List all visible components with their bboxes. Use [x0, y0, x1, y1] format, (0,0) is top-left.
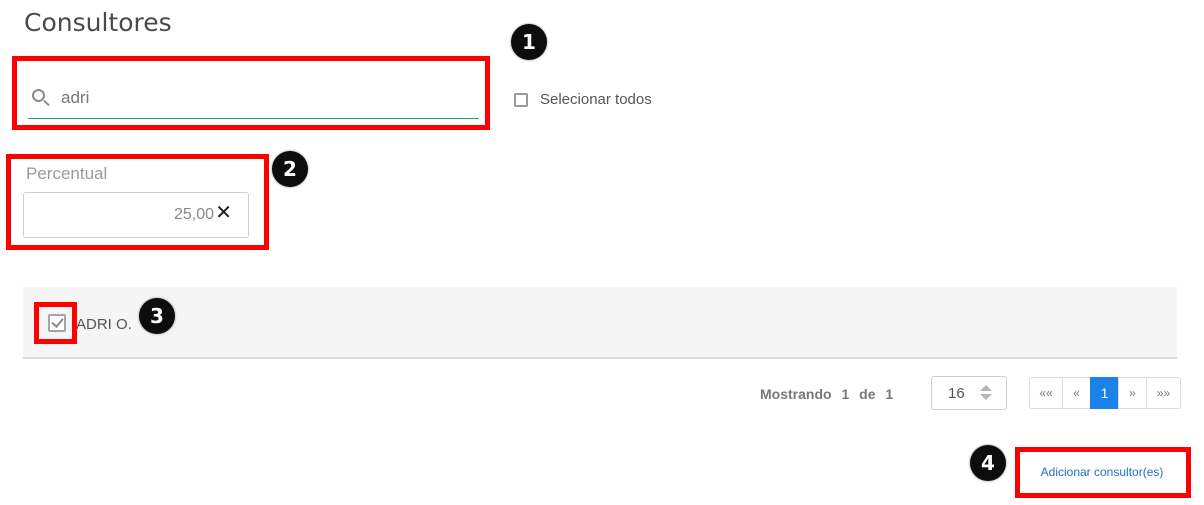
consultor-label: ADRI O. — [76, 316, 132, 333]
total-count: 1 — [885, 386, 894, 402]
list-item — [23, 287, 1177, 359]
highlight-box — [34, 302, 77, 344]
highlight-box — [12, 56, 490, 130]
page-size-select[interactable]: 16 — [931, 376, 1007, 410]
mostrando-label: Mostrando — [760, 386, 832, 402]
annotation-badge: 1 — [511, 24, 547, 60]
prev-page-button[interactable]: « — [1062, 377, 1091, 409]
highlight-box — [6, 154, 269, 250]
last-page-button[interactable]: »» — [1146, 377, 1181, 409]
select-all-checkbox[interactable] — [514, 93, 528, 107]
next-page-button[interactable]: » — [1118, 377, 1147, 409]
pagination-info: Mostrando 1 de 1 — [760, 386, 899, 402]
page-title: Consultores — [24, 8, 172, 37]
de-label: de — [859, 386, 876, 402]
select-all-label: Selecionar todos — [540, 91, 652, 108]
current-count: 1 — [841, 386, 850, 402]
page-1-button[interactable]: 1 — [1090, 377, 1119, 409]
annotation-badge: 2 — [272, 151, 308, 187]
first-page-button[interactable]: «« — [1029, 377, 1063, 409]
spin-down-icon[interactable] — [980, 394, 992, 400]
page-size-value: 16 — [948, 385, 965, 402]
pagination: «« « 1 » »» — [1029, 377, 1181, 409]
spin-up-icon[interactable] — [980, 385, 992, 391]
annotation-badge: 4 — [970, 445, 1006, 481]
highlight-box — [1015, 447, 1191, 498]
annotation-badge: 3 — [139, 298, 175, 334]
